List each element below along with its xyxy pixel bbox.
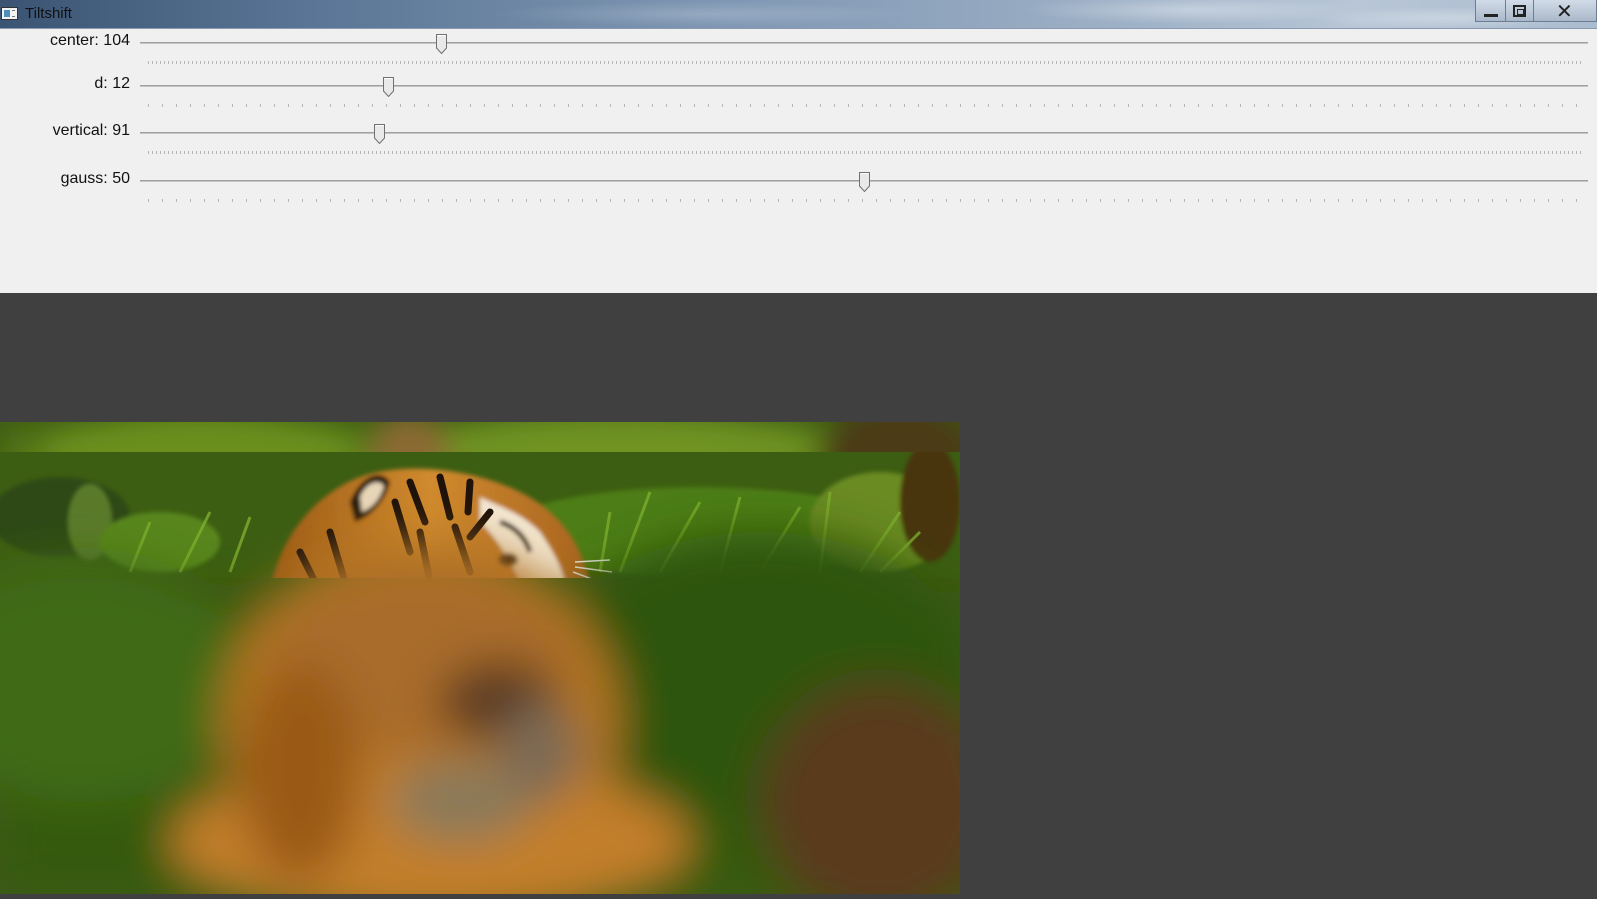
slider-ticks-gauss — [148, 199, 1584, 202]
tiger-photo — [0, 422, 960, 894]
close-button[interactable]: ✕ — [1533, 0, 1597, 22]
slider-track-center[interactable] — [140, 42, 1588, 44]
image-canvas — [0, 293, 1597, 899]
slider-ticks-center — [148, 61, 1584, 64]
slider-thumb-gauss[interactable] — [858, 172, 870, 192]
slider-row-gauss: gauss: 50 — [0, 167, 1597, 207]
trackbar-panel: center: 104 d: 12 vertical: 91 gauss: 50 — [0, 29, 1597, 293]
slider-label-center: center: 104 — [49, 32, 130, 49]
window-controls: ✕ — [1475, 0, 1597, 22]
minimize-button[interactable] — [1475, 0, 1505, 22]
maximize-button[interactable] — [1505, 0, 1533, 22]
slider-row-center: center: 104 — [0, 29, 1597, 69]
title-bar[interactable]: Tiltshift ✕ — [0, 0, 1597, 29]
slider-label-d: d: 12 — [94, 75, 130, 92]
window-title: Tiltshift — [25, 5, 72, 22]
slider-row-vertical: vertical: 91 — [0, 119, 1597, 159]
app-window-icon[interactable] — [1, 7, 18, 20]
slider-label-gauss: gauss: 50 — [60, 170, 130, 187]
slider-ticks-d — [148, 104, 1584, 107]
slider-thumb-center[interactable] — [435, 34, 447, 54]
slider-label-vertical: vertical: 91 — [52, 122, 130, 139]
slider-track-d[interactable] — [140, 85, 1588, 87]
slider-row-d: d: 12 — [0, 72, 1597, 112]
tiltshift-window: Tiltshift ✕ center: 104 d: 12 vertical: … — [0, 0, 1597, 899]
slider-thumb-d[interactable] — [382, 77, 394, 97]
minimize-icon — [1484, 14, 1498, 17]
slider-ticks-vertical — [148, 151, 1584, 154]
slider-track-vertical[interactable] — [140, 132, 1588, 134]
restore-icon — [1513, 5, 1526, 17]
slider-thumb-vertical[interactable] — [374, 124, 386, 144]
close-icon: ✕ — [1556, 0, 1573, 23]
